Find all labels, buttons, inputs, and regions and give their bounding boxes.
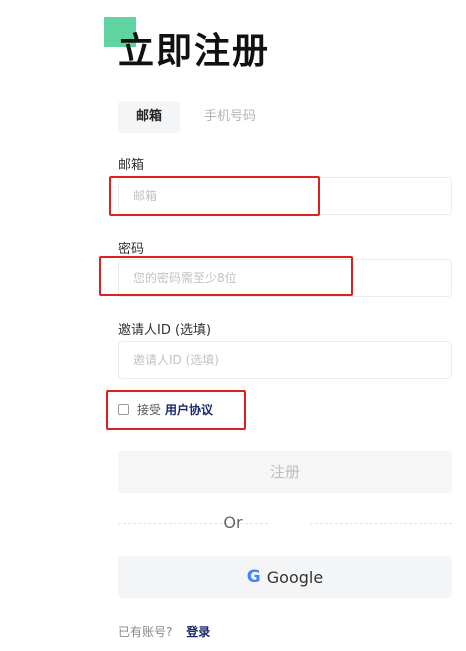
inviter-label: 邀请人ID (选填) [118,323,212,338]
google-button-label: Google [266,567,324,587]
google-signin-button[interactable]: G Google [118,556,452,598]
or-separator: Or [223,513,243,532]
email-label: 邮箱 [118,158,145,173]
annotation-box-password [99,256,353,296]
register-button[interactable]: 注册 [118,451,452,493]
login-row: 已有账号? 登录 [118,623,210,640]
login-link[interactable]: 登录 [186,625,210,639]
page-title: 立即注册 [118,31,271,72]
inviter-input[interactable]: 邀请人ID (选填) [118,341,452,379]
google-icon: G [246,567,261,587]
annotation-box-agreement [106,390,246,430]
annotation-box-email [109,176,320,216]
tab-email[interactable]: 邮箱 [118,101,181,133]
tab-phone[interactable]: 手机号码 [186,101,274,133]
register-method-tabs: 邮箱 手机号码 [118,101,274,133]
login-question: 已有账号? [118,625,173,639]
password-label: 密码 [118,242,145,257]
